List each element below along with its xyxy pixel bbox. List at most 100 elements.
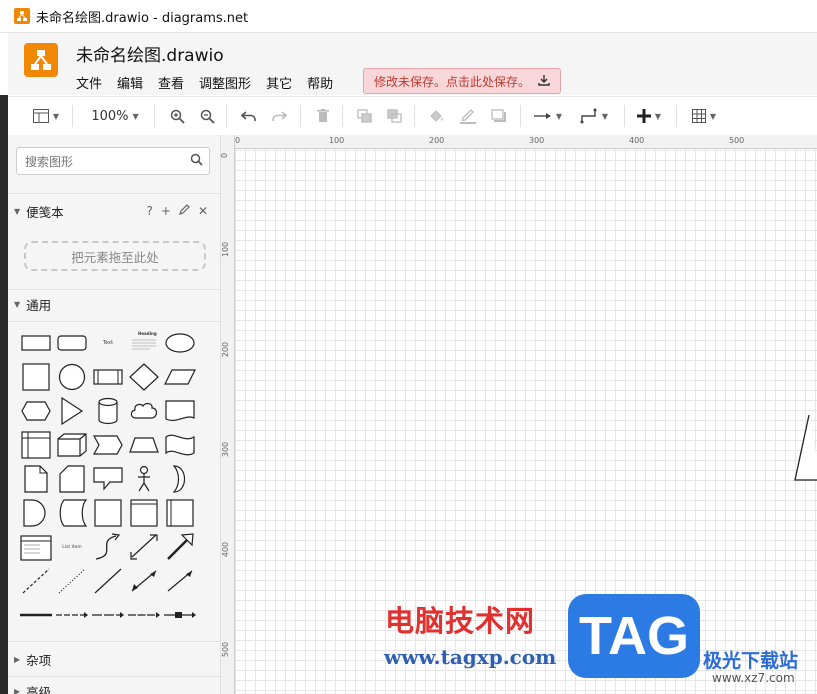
window-title: 未命名绘图.drawio - diagrams.net — [36, 10, 249, 26]
ruler-tick: 200 — [429, 136, 445, 145]
scratchpad-help-button[interactable]: ? — [147, 204, 153, 218]
link-arrow-shape[interactable] — [56, 601, 88, 629]
connection-style-dropdown[interactable]: ▼ — [530, 105, 566, 127]
menu-file[interactable]: 文件 — [76, 73, 102, 92]
rounded-rectangle-shape[interactable] — [56, 329, 88, 357]
menu-extras[interactable]: 其它 — [266, 73, 292, 92]
delete-button[interactable] — [312, 105, 334, 127]
ruler-tick: 0 — [220, 152, 230, 159]
zoom-out-button[interactable] — [196, 105, 218, 127]
ruler-tick: 400 — [629, 136, 645, 145]
note-shape[interactable] — [20, 465, 52, 493]
circle-shape[interactable] — [56, 363, 88, 391]
ruler-tick: 200 — [221, 341, 231, 358]
directional-connector-shape[interactable] — [164, 567, 196, 595]
class-shape[interactable] — [20, 533, 52, 561]
zoom-dropdown[interactable]: 100% ▼ — [86, 105, 144, 127]
undo-button[interactable] — [238, 105, 260, 127]
watermark-tag-logo: TAG — [568, 594, 700, 678]
connector-arrow-shape[interactable] — [92, 601, 124, 629]
parallelogram-shape[interactable] — [164, 363, 196, 391]
waypoints-dropdown[interactable]: ▼ — [574, 105, 614, 127]
unsaved-save-button[interactable]: 修改未保存。点击此处保存。 — [363, 68, 562, 94]
list-item-shape[interactable]: List Item — [56, 533, 88, 561]
chevron-down-icon: ▼ — [654, 111, 662, 121]
close-icon[interactable]: ✕ — [198, 204, 208, 218]
internal-storage-shape[interactable] — [20, 431, 52, 459]
bidirectional-connector-shape[interactable] — [128, 567, 160, 595]
data-storage-shape[interactable] — [56, 499, 88, 527]
bidirectional-arrow-shape[interactable] — [128, 533, 160, 561]
search-box[interactable] — [16, 147, 210, 175]
vertical-ruler: 0 100 200 300 400 500 — [220, 135, 235, 694]
cylinder-shape[interactable] — [92, 397, 124, 425]
triangle-shape[interactable] — [56, 397, 88, 425]
section-general-header[interactable]: ▼ 通用 — [8, 290, 220, 318]
rectangle-shape[interactable] — [20, 329, 52, 357]
plus-icon[interactable]: + — [161, 204, 171, 218]
dropzone-label: 把元素拖至此处 — [71, 249, 159, 265]
cube-shape[interactable] — [56, 431, 88, 459]
curve-shape[interactable] — [92, 533, 124, 561]
text-shape[interactable]: Text — [92, 329, 124, 357]
insert-button[interactable]: ▼ — [632, 105, 666, 127]
and-shape[interactable] — [20, 499, 52, 527]
dashed-line-shape[interactable] — [20, 567, 52, 595]
container-shape[interactable] — [92, 499, 124, 527]
connector-with-symbol-shape[interactable] — [164, 601, 196, 629]
partial-shape-edge[interactable] — [781, 405, 817, 485]
table-button[interactable]: ▼ — [686, 105, 722, 127]
waypoints-icon — [580, 108, 597, 124]
labeled-connector-shape[interactable] — [128, 601, 160, 629]
to-front-button[interactable] — [354, 105, 376, 127]
ruler-tick: 100 — [329, 136, 345, 145]
dotted-line-shape[interactable] — [56, 567, 88, 595]
document-title[interactable]: 未命名绘图.drawio — [76, 41, 224, 66]
textbox-shape[interactable]: Heading — [128, 329, 160, 357]
square-shape[interactable] — [20, 363, 52, 391]
callout-shape[interactable] — [92, 465, 124, 493]
line-color-button[interactable] — [456, 105, 480, 127]
scratchpad-dropzone[interactable]: 把元素拖至此处 — [24, 241, 206, 271]
line-shape[interactable] — [92, 567, 124, 595]
to-back-button[interactable] — [384, 105, 406, 127]
vertical-swimlane-shape[interactable] — [164, 499, 196, 527]
cloud-shape[interactable] — [128, 397, 160, 425]
chevron-down-icon: ▼ — [14, 299, 21, 309]
format-panel-toggle-button[interactable]: ▼ — [28, 105, 64, 127]
actor-shape[interactable] — [128, 465, 160, 493]
document-shape[interactable] — [164, 397, 196, 425]
section-advanced-header[interactable]: ▶ 高级 — [8, 677, 220, 694]
ellipse-shape[interactable] — [164, 329, 196, 357]
trapezoid-shape[interactable] — [128, 431, 160, 459]
menu-edit[interactable]: 编辑 — [117, 73, 143, 92]
card-shape[interactable] — [56, 465, 88, 493]
menu-help[interactable]: 帮助 — [307, 73, 333, 92]
zoom-in-button[interactable] — [166, 105, 188, 127]
shadow-button[interactable] — [488, 105, 510, 127]
to-front-icon — [357, 109, 372, 123]
hexagon-shape[interactable] — [20, 397, 52, 425]
section-scratchpad-header[interactable]: ▼ 便笺本 ? + ✕ — [8, 197, 220, 225]
step-shape[interactable] — [92, 431, 124, 459]
redo-button[interactable] — [268, 105, 290, 127]
process-shape[interactable] — [92, 363, 124, 391]
tape-shape[interactable] — [164, 431, 196, 459]
pencil-edit-icon[interactable] — [178, 204, 190, 218]
diamond-shape[interactable] — [128, 363, 160, 391]
arrow-shape[interactable] — [164, 533, 196, 561]
pencil-icon — [460, 109, 476, 124]
thick-link-shape[interactable] — [20, 601, 52, 629]
app-header: 未命名绘图.drawio 文件 编辑 查看 调整图形 其它 帮助 修改未保存。点… — [8, 33, 817, 95]
drawio-logo[interactable] — [24, 43, 58, 77]
search-icon[interactable] — [190, 153, 203, 169]
menu-arrange[interactable]: 调整图形 — [199, 73, 251, 92]
chevron-down-icon: ▼ — [555, 111, 563, 121]
or-shape[interactable] — [164, 465, 196, 493]
section-misc-header[interactable]: ▶ 杂项 — [8, 645, 220, 673]
unsaved-notice-text: 修改未保存。点击此处保存。 — [374, 74, 531, 89]
swimlane-shape[interactable] — [128, 499, 160, 527]
fill-color-button[interactable] — [426, 105, 448, 127]
search-input[interactable] — [23, 149, 187, 175]
menu-view[interactable]: 查看 — [158, 73, 184, 92]
